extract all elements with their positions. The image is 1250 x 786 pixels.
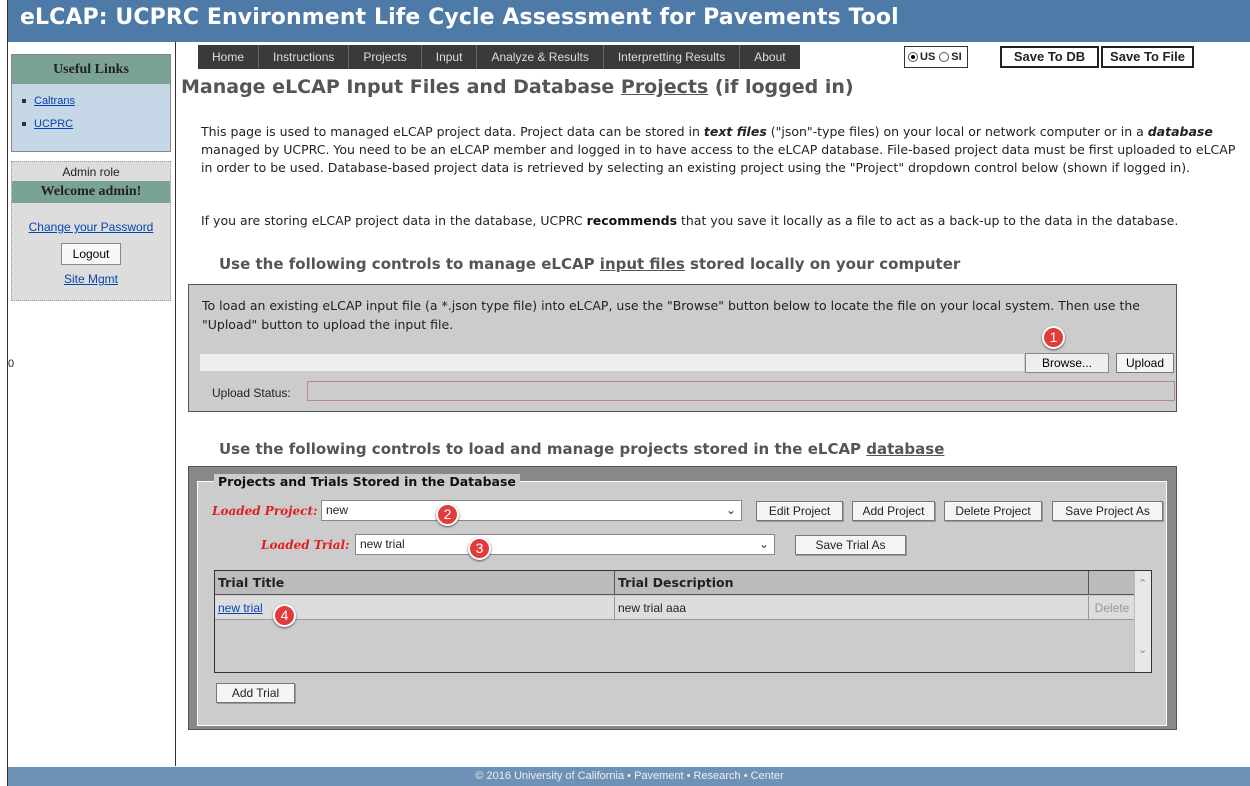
delete-project-button[interactable]: Delete Project bbox=[944, 501, 1042, 521]
link-caltrans[interactable]: Caltrans bbox=[22, 95, 170, 107]
browse-button[interactable]: Browse... bbox=[1025, 353, 1109, 373]
loaded-trial-select[interactable]: new trial ⌄ bbox=[355, 534, 775, 555]
nav-projects[interactable]: Projects bbox=[349, 45, 422, 69]
delete-trial-button[interactable]: Delete bbox=[1089, 596, 1135, 620]
intro-text: This page is used to managed eLCAP proje… bbox=[201, 124, 704, 139]
app-title: eLCAP: UCPRC Environment Life Cycle Asse… bbox=[20, 5, 899, 30]
loaded-trial-value: new trial bbox=[360, 537, 405, 551]
link-caltrans-label[interactable]: Caltrans bbox=[34, 95, 75, 107]
db-heading-prefix: Use the following controls to load and m… bbox=[219, 440, 867, 458]
chevron-down-icon: ⌄ bbox=[758, 537, 769, 551]
callout-marker-1: 1 bbox=[1042, 326, 1065, 349]
grid-scrollbar[interactable]: ⌃ ⌄ bbox=[1134, 571, 1151, 672]
nav-input[interactable]: Input bbox=[422, 45, 478, 69]
projects-fieldset: Projects and Trials Stored in the Databa… bbox=[197, 474, 1167, 726]
db-heading-link[interactable]: database bbox=[866, 440, 944, 458]
units-selector: US SI bbox=[904, 46, 968, 68]
page-title-prefix: Manage eLCAP Input Files and Database bbox=[181, 76, 621, 98]
link-ucprc[interactable]: UCPRC bbox=[22, 118, 170, 130]
intro-emphasis-text-files: text files bbox=[703, 124, 767, 139]
page-title-suffix: (if logged in) bbox=[708, 76, 854, 98]
intro-paragraph: This page is used to managed eLCAP proje… bbox=[201, 123, 1246, 177]
page-title-link[interactable]: Projects bbox=[621, 76, 708, 98]
intro-text: ("json"-type files) on your local or net… bbox=[766, 124, 1148, 139]
add-trial-button[interactable]: Add Trial bbox=[216, 683, 295, 703]
files-heading-prefix: Use the following controls to manage eLC… bbox=[219, 255, 600, 273]
header-banner: eLCAP: UCPRC Environment Life Cycle Asse… bbox=[8, 0, 1250, 42]
files-heading-suffix: stored locally on your computer bbox=[684, 255, 961, 273]
useful-links-box: Useful Links Caltrans UCPRC bbox=[11, 54, 171, 152]
nav-interpretting-results[interactable]: Interpretting Results bbox=[604, 45, 741, 69]
scroll-up-icon[interactable]: ⌃ bbox=[1138, 577, 1147, 590]
loaded-project-select[interactable]: new ⌄ bbox=[321, 500, 742, 521]
nav-about[interactable]: About bbox=[740, 45, 799, 69]
unit-us-radio[interactable] bbox=[908, 52, 918, 62]
bullet-icon bbox=[22, 122, 26, 126]
scroll-down-icon[interactable]: ⌄ bbox=[1138, 643, 1147, 656]
useful-links-title: Useful Links bbox=[12, 55, 170, 84]
callout-marker-4: 4 bbox=[273, 604, 296, 627]
nav-home[interactable]: Home bbox=[198, 45, 260, 69]
nav-analyze-results[interactable]: Analyze & Results bbox=[477, 45, 604, 69]
stray-text: 0 bbox=[8, 358, 15, 370]
trial-title-link[interactable]: new trial bbox=[218, 601, 263, 615]
db-section-heading: Use the following controls to load and m… bbox=[219, 440, 944, 458]
edit-project-button[interactable]: Edit Project bbox=[756, 501, 843, 521]
intro-text: managed by UCPRC. You need to be an eLCA… bbox=[201, 142, 1236, 175]
upload-status-field bbox=[307, 381, 1175, 401]
main-nav: Home Instructions Projects Input Analyze… bbox=[198, 45, 800, 69]
save-trial-as-button[interactable]: Save Trial As bbox=[795, 535, 906, 555]
upload-status-label: Upload Status: bbox=[212, 386, 291, 400]
loaded-project-value: new bbox=[326, 503, 349, 517]
chevron-down-icon: ⌄ bbox=[725, 503, 736, 517]
admin-box: Admin role Welcome admin! Change your Pa… bbox=[11, 161, 171, 301]
recommendation-text: that you save it locally as a file to ac… bbox=[677, 213, 1179, 228]
loaded-trial-label: Loaded Trial: bbox=[261, 538, 350, 552]
recommendation-text: If you are storing eLCAP project data in… bbox=[201, 213, 587, 228]
page-title: Manage eLCAP Input Files and Database Pr… bbox=[181, 76, 854, 98]
callout-marker-3: 3 bbox=[468, 537, 491, 560]
save-project-as-button[interactable]: Save Project As bbox=[1052, 501, 1163, 521]
save-to-db-button[interactable]: Save To DB bbox=[1000, 46, 1099, 68]
unit-us-label: US bbox=[920, 51, 936, 63]
admin-role: Admin role bbox=[62, 165, 120, 179]
table-row: new trial new trial aaa Delete bbox=[215, 596, 1135, 620]
change-password-link[interactable]: Change your Password bbox=[12, 220, 170, 234]
database-panel: Projects and Trials Stored in the Databa… bbox=[188, 466, 1177, 730]
file-path-input[interactable] bbox=[199, 353, 1025, 372]
nav-instructions[interactable]: Instructions bbox=[259, 45, 350, 69]
footer: © 2016 University of California • Paveme… bbox=[8, 767, 1250, 786]
files-section-heading: Use the following controls to manage eLC… bbox=[219, 255, 960, 273]
intro-emphasis-database: database bbox=[1147, 124, 1213, 139]
add-project-button[interactable]: Add Project bbox=[852, 501, 935, 521]
fieldset-legend: Projects and Trials Stored in the Databa… bbox=[214, 474, 520, 489]
grid-header: Trial Title Trial Description bbox=[215, 571, 1135, 595]
trial-description-cell: new trial aaa bbox=[615, 596, 1089, 620]
save-to-file-button[interactable]: Save To File bbox=[1101, 46, 1194, 68]
app-frame: eLCAP: UCPRC Environment Life Cycle Asse… bbox=[7, 0, 1250, 786]
trials-grid: Trial Title Trial Description new trial … bbox=[214, 570, 1152, 673]
callout-marker-2: 2 bbox=[436, 503, 459, 526]
site-mgmt-link[interactable]: Site Mgmt bbox=[12, 272, 170, 286]
input-files-panel: To load an existing eLCAP input file (a … bbox=[188, 284, 1177, 412]
sidebar: Useful Links Caltrans UCPRC Admin role W… bbox=[8, 42, 176, 766]
link-ucprc-label[interactable]: UCPRC bbox=[34, 118, 73, 130]
files-instructions: To load an existing eLCAP input file (a … bbox=[202, 298, 1140, 332]
unit-si-radio[interactable] bbox=[939, 52, 950, 62]
logout-button[interactable]: Logout bbox=[61, 243, 121, 265]
bullet-icon bbox=[22, 99, 26, 103]
recommendation-emphasis: recommends bbox=[586, 213, 678, 228]
column-action bbox=[1089, 571, 1135, 595]
files-heading-link[interactable]: input files bbox=[600, 255, 685, 273]
recommendation-paragraph: If you are storing eLCAP project data in… bbox=[201, 212, 1246, 230]
welcome-banner: Welcome admin! bbox=[12, 181, 170, 203]
loaded-project-label: Loaded Project: bbox=[212, 504, 318, 518]
upload-button[interactable]: Upload bbox=[1116, 353, 1174, 373]
unit-si-label: SI bbox=[951, 51, 962, 63]
column-trial-description: Trial Description bbox=[615, 571, 1089, 595]
column-trial-title: Trial Title bbox=[215, 571, 615, 595]
